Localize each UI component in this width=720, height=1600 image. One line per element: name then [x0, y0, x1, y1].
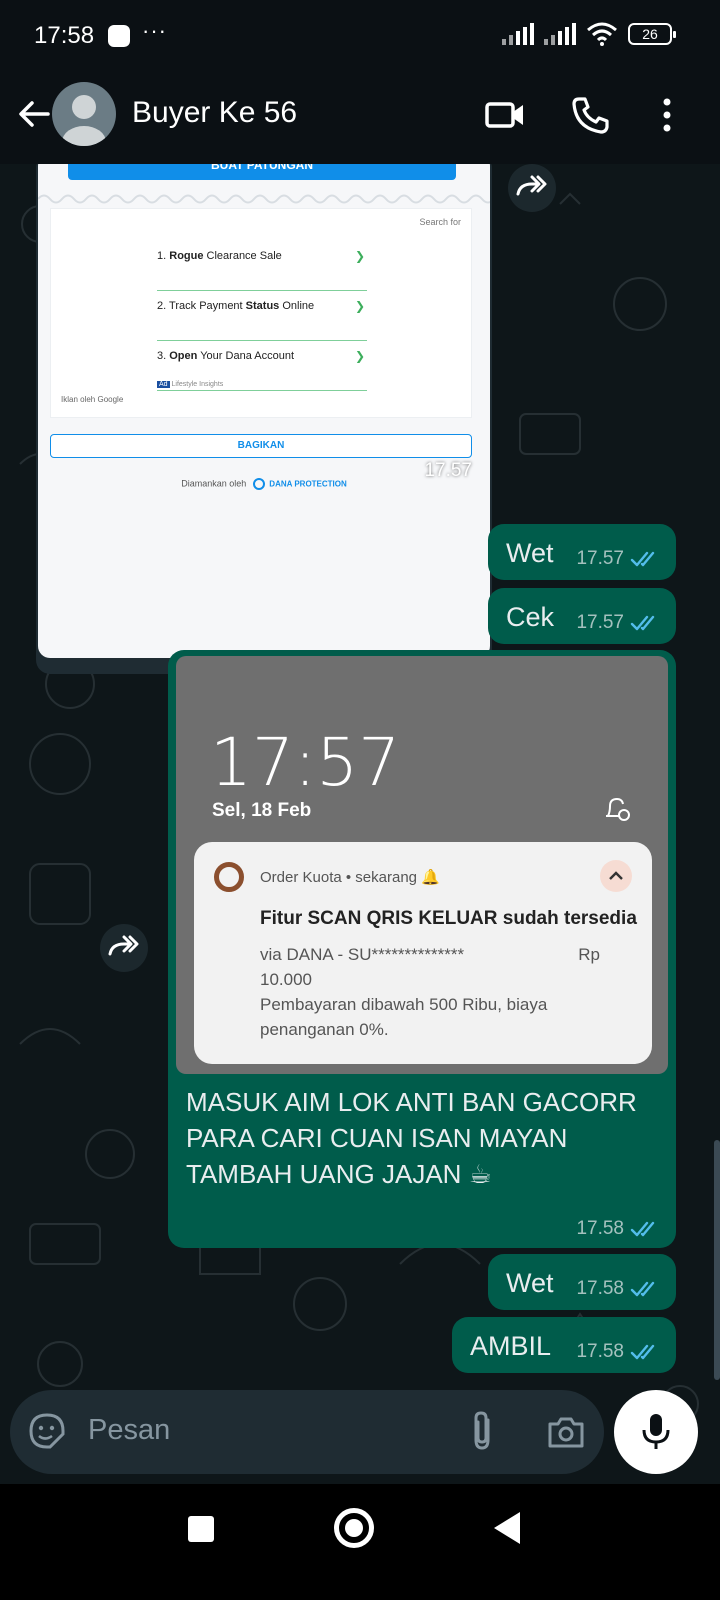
- wavy-divider: [38, 194, 490, 204]
- video-call-icon[interactable]: [484, 94, 526, 136]
- ad-card: Search for 1. Rogue Clearance Sale ❯ 2. …: [50, 208, 472, 418]
- signal-icon: [502, 23, 534, 45]
- read-ticks-icon: [630, 1281, 655, 1297]
- system-nav-bar: [0, 1484, 720, 1600]
- status-time: 17:58: [34, 22, 95, 49]
- lock-date: Sel, 18 Feb: [212, 800, 312, 821]
- read-ticks-icon: [630, 615, 655, 631]
- collapse-icon: [600, 860, 632, 892]
- ad-search-for: Search for: [419, 217, 461, 227]
- buat-patungan-button: BUAT PATUNGAN: [68, 164, 456, 180]
- more-notifications-icon: ···: [142, 18, 167, 43]
- read-ticks-icon: [630, 1344, 655, 1360]
- status-bar: 17:58 ··· 26: [0, 0, 720, 72]
- message-input-bar[interactable]: Pesan: [10, 1390, 604, 1474]
- avatar[interactable]: [52, 82, 116, 146]
- signal-icon-2: [544, 23, 576, 45]
- emoji-sticker-icon[interactable]: [28, 1412, 66, 1450]
- forward-button[interactable]: [508, 164, 556, 212]
- notification-icon: [108, 25, 130, 47]
- outgoing-message[interactable]: Wet 17.57: [488, 524, 676, 580]
- order-kuota-app-icon: [214, 862, 244, 892]
- chevron-right-icon: ❯: [354, 249, 365, 263]
- dana-screenshot[interactable]: BUAT PATUNGAN Search for 1. Rogue Cleara…: [38, 164, 490, 658]
- notification-app-name: Order Kuota • sekarang 🔔: [260, 869, 440, 886]
- chevron-right-icon: ❯: [354, 299, 365, 313]
- chevron-right-icon: ❯: [354, 349, 365, 363]
- camera-icon[interactable]: [546, 1414, 586, 1450]
- secured-by: Diamankan oleh DANA PROTECTION: [181, 478, 347, 490]
- chat-header: Buyer Ke 56: [0, 72, 720, 164]
- bell-settings-icon: [606, 797, 630, 821]
- battery-icon: 26: [628, 23, 676, 45]
- forward-button[interactable]: [100, 924, 148, 972]
- ad-item: 2. Track Payment Status Online ❯: [157, 297, 367, 341]
- microphone-icon: [642, 1414, 670, 1449]
- forward-icon: [108, 935, 139, 956]
- image-message-2[interactable]: 17:57 Sel, 18 Feb Order Kuota • sekarang…: [168, 650, 676, 1248]
- notification-title: Fitur SCAN QRIS KELUAR sudah tersedia: [260, 908, 637, 929]
- outgoing-message[interactable]: Wet 17.58: [488, 1254, 676, 1310]
- chat-area[interactable]: BUAT PATUNGAN Search for 1. Rogue Cleara…: [0, 164, 720, 1516]
- image-message-1[interactable]: BUAT PATUNGAN Search for 1. Rogue Cleara…: [36, 164, 492, 674]
- more-options-icon[interactable]: [646, 94, 688, 136]
- ad-item: 1. Rogue Clearance Sale ❯: [157, 247, 367, 291]
- phone-call-icon[interactable]: [570, 94, 612, 136]
- message-time: 17.57: [424, 460, 472, 481]
- outgoing-message[interactable]: AMBIL 17.58: [452, 1317, 676, 1373]
- back-arrow-icon[interactable]: [14, 94, 54, 134]
- ad-source: Ad Lifestyle Insights: [157, 381, 224, 388]
- outgoing-message[interactable]: Cek 17.57: [488, 588, 676, 644]
- recents-button[interactable]: [188, 1516, 214, 1542]
- wifi-icon: [587, 22, 617, 46]
- voice-message-button[interactable]: [614, 1390, 698, 1474]
- back-button[interactable]: [494, 1512, 520, 1544]
- ad-by-google: Iklan oleh Google: [61, 395, 124, 404]
- notification-card: Order Kuota • sekarang 🔔 Fitur SCAN QRIS…: [194, 842, 652, 1064]
- notification-body: via DANA - SU************** Rp 10.000 Pe…: [260, 945, 600, 1039]
- dana-shield-icon: [252, 478, 265, 490]
- lockscreen-screenshot[interactable]: 17:57 Sel, 18 Feb Order Kuota • sekarang…: [176, 656, 668, 1074]
- contact-name[interactable]: Buyer Ke 56: [132, 96, 297, 130]
- forward-icon: [516, 175, 547, 196]
- lock-time: 17:57: [210, 724, 401, 801]
- read-ticks-icon: [630, 551, 655, 567]
- image-caption: MASUK AIM LOK ANTI BAN GACORR PARA CARI …: [186, 1087, 637, 1189]
- read-ticks-icon: [630, 1221, 655, 1237]
- attach-icon[interactable]: [466, 1410, 500, 1452]
- message-input[interactable]: Pesan: [88, 1414, 170, 1447]
- scrollbar[interactable]: [714, 1140, 720, 1380]
- home-button[interactable]: [334, 1508, 374, 1548]
- bagikan-button: BAGIKAN: [50, 434, 472, 458]
